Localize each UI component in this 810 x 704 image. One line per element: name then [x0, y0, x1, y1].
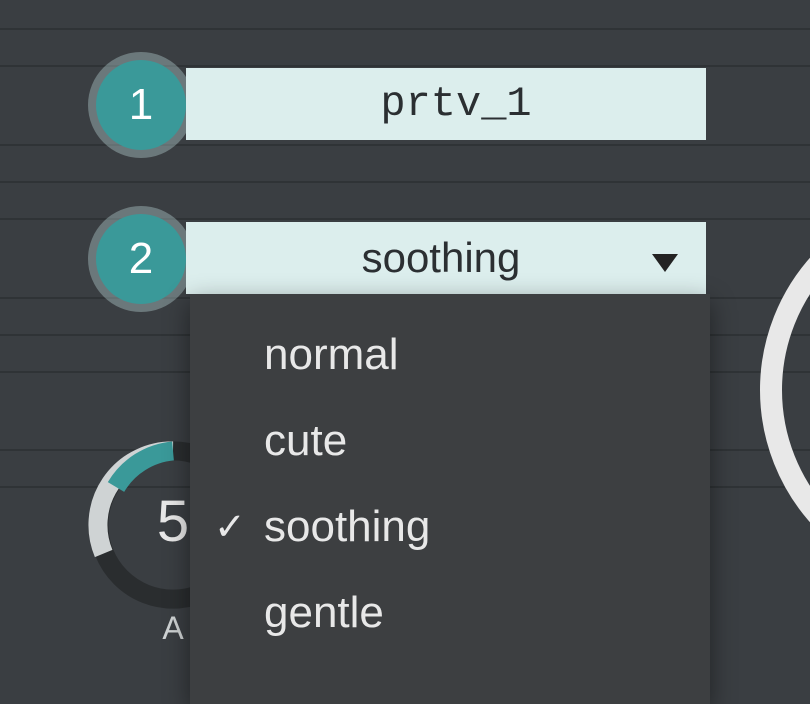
name-input-value: prtv_1	[206, 80, 706, 128]
menu-option-normal[interactable]: normal	[190, 312, 710, 398]
track-line	[0, 181, 810, 183]
large-dial-edge	[760, 190, 810, 590]
menu-option-label: normal	[264, 330, 399, 379]
menu-option-cute[interactable]: cute	[190, 398, 710, 484]
preset-dropdown-selected: soothing	[216, 234, 666, 282]
check-icon: ✓	[214, 505, 246, 550]
chevron-down-icon	[652, 234, 678, 282]
badge-2: 2	[96, 214, 186, 304]
menu-option-gentle[interactable]: gentle	[190, 570, 710, 656]
badge-1: 1	[96, 60, 186, 150]
track-line	[0, 28, 810, 30]
badge-2-number: 2	[129, 234, 153, 284]
menu-option-label: soothing	[264, 502, 430, 551]
menu-option-label: gentle	[264, 588, 384, 637]
name-input[interactable]: prtv_1	[186, 68, 706, 140]
menu-option-label: cute	[264, 416, 347, 465]
preset-dropdown[interactable]: soothing	[186, 222, 706, 294]
menu-option-soothing[interactable]: ✓ soothing	[190, 484, 710, 570]
preset-dropdown-menu: normal cute ✓ soothing gentle	[190, 294, 710, 704]
badge-1-number: 1	[129, 80, 153, 130]
